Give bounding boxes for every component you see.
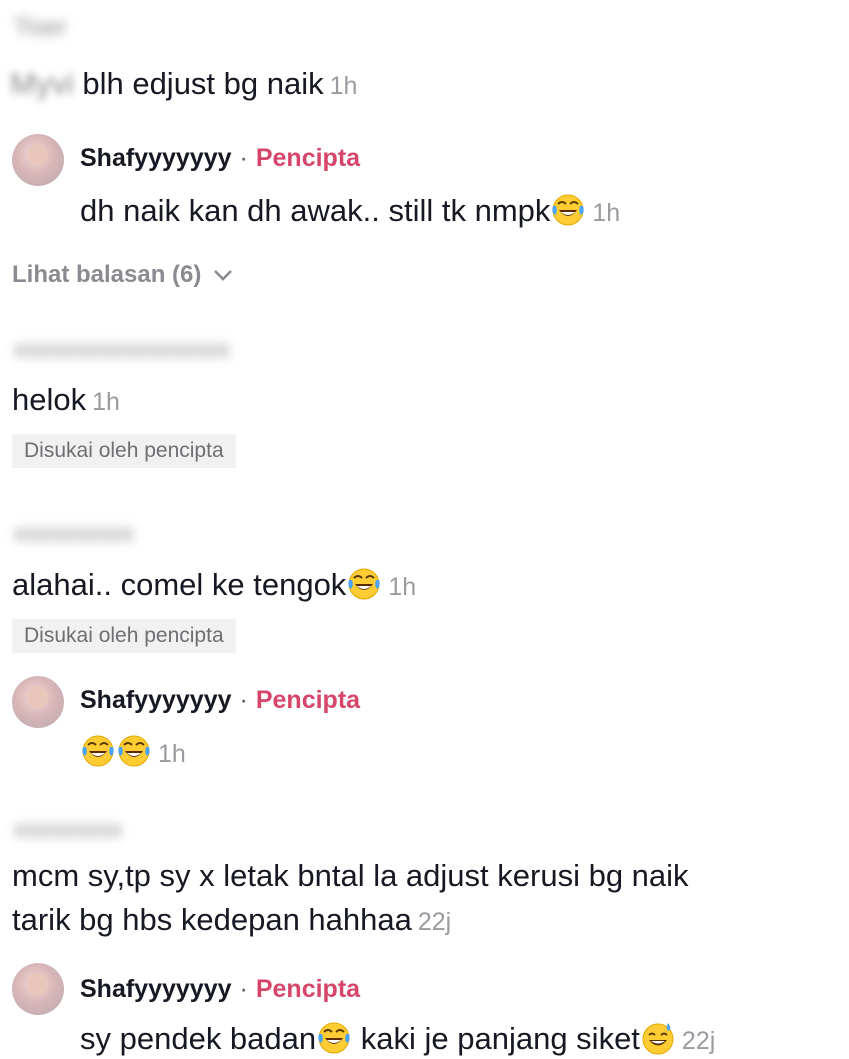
comment-time: 1h [388, 573, 417, 601]
view-replies-button[interactable]: Lihat balasan (6) [12, 261, 234, 289]
reply-header: Shafyyyyyyy · Pencipta [80, 144, 360, 173]
comment-body: blh edjust bg naik [82, 66, 324, 101]
chevron-down-icon [214, 270, 232, 281]
face-with-tears-of-joy-icon [550, 192, 586, 228]
avatar[interactable] [12, 134, 64, 186]
comment-body: alahai.. comel ke tengok [12, 567, 347, 602]
comment-time: 1h [329, 72, 358, 100]
avatar[interactable] [12, 963, 64, 1015]
reply-text: sy pendek badan kaki je panjang siket 22j [80, 1020, 715, 1057]
reply-text: 1h [80, 733, 186, 770]
grinning-face-with-sweat-icon [640, 1020, 676, 1056]
reply-body-part-1: sy pendek badan [80, 1021, 317, 1056]
comment-time: 1h [92, 388, 120, 416]
creator-badge: Pencipta [255, 686, 361, 714]
comment-body: helok [12, 382, 87, 417]
reply-header: Shafyyyyyyy · Pencipta [80, 975, 360, 1004]
creator-badge: Pencipta [255, 144, 361, 172]
reply-header: Shafyyyyyyy · Pencipta [80, 686, 360, 715]
comment-author-blurred[interactable]: xxxxxxxxxx [14, 520, 134, 548]
creator-badge: Pencipta [255, 975, 361, 1003]
face-with-tears-of-joy-icon [116, 733, 152, 769]
view-replies-label: Lihat balasan (6) [12, 261, 202, 288]
comment-author-blurred[interactable]: Tiser [14, 14, 66, 42]
separator-dot: · [239, 686, 248, 714]
separator-dot: · [239, 144, 248, 172]
face-with-tears-of-joy-icon [346, 566, 382, 602]
liked-by-creator-badge: Disukai oleh pencipta [12, 619, 236, 653]
comment-text-line-2: tarik bg hbs kedepan hahhaa 22j [12, 902, 451, 938]
comment-text-line-1: mcm sy,tp sy x letak bntal la adjust ker… [12, 858, 689, 893]
comment-text: helok 1h [12, 382, 120, 418]
comment-body: tarik bg hbs kedepan hahhaa [12, 902, 412, 937]
comment-time: 22j [417, 908, 452, 936]
reply-time: 22j [681, 1027, 716, 1055]
reply-author[interactable]: Shafyyyyyyy [80, 144, 232, 172]
comment-author-blurred[interactable]: xxxxxxxxxxxxxxxxxx [14, 336, 230, 364]
comment-author-blurred[interactable]: xxxxxxxxx [14, 816, 122, 844]
mention-blurred[interactable]: Myvi [10, 66, 74, 101]
reply-body: dh naik kan dh awak.. still tk nmpk [80, 193, 551, 228]
reply-author[interactable]: Shafyyyyyyy [80, 975, 232, 1003]
face-with-tears-of-joy-icon [80, 733, 116, 769]
reply-body-part-2: kaki je panjang siket [352, 1021, 640, 1056]
reply-author[interactable]: Shafyyyyyyy [80, 686, 232, 714]
comment-text: Myvi blh edjust bg naik 1h [10, 66, 357, 102]
reply-time: 1h [592, 199, 621, 227]
reply-time: 1h [158, 740, 186, 768]
avatar[interactable] [12, 676, 64, 728]
reply-text: dh naik kan dh awak.. still tk nmpk 1h [80, 192, 620, 229]
liked-by-creator-badge: Disukai oleh pencipta [12, 434, 236, 468]
separator-dot: · [239, 975, 248, 1003]
comment-text: alahai.. comel ke tengok 1h [12, 566, 416, 603]
face-with-tears-of-joy-icon [316, 1020, 352, 1056]
